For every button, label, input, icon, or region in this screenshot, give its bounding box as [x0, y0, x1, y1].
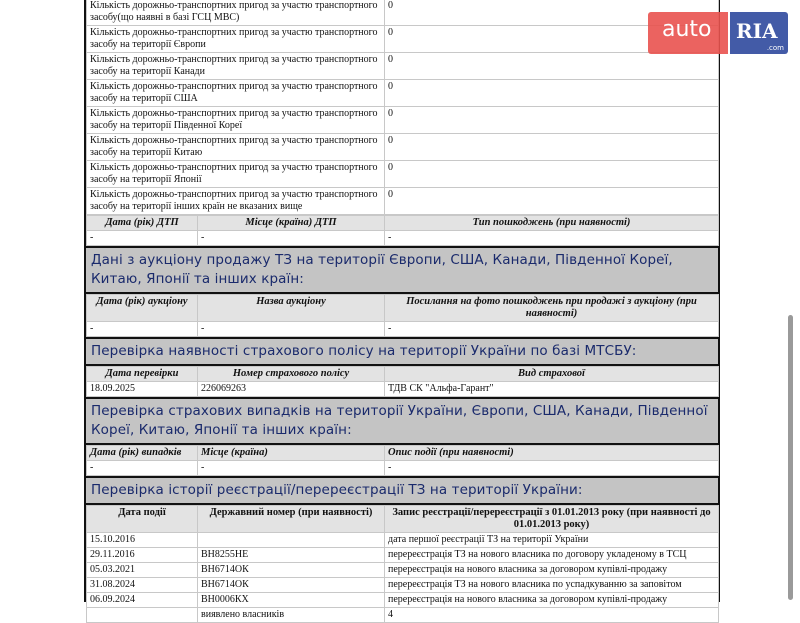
report-document: Кількість дорожньо-транспортних пригод з… — [84, 0, 720, 623]
owners-label: виявлено власників — [197, 607, 385, 623]
registration-row: 31.08.2024 ВН6714ОК перереєстрація ТЗ на н… — [86, 577, 719, 593]
registration-header-plate: Державний номер (при наявності) — [197, 505, 385, 533]
registration-header-date: Дата події — [86, 505, 198, 533]
accident-count-label: Кількість дорожньо-транспортних пригод з… — [86, 106, 385, 134]
accident-count-label: Кількість дорожньо-транспортних пригод з… — [86, 25, 385, 53]
auction-table: Дата (рік) аукціону Назва аукціону Посил… — [86, 294, 719, 337]
accident-count-value: 0 — [384, 52, 719, 80]
registration-cell: ВН8255НЕ — [197, 547, 385, 563]
registration-cell: ВН0006КХ — [197, 592, 385, 608]
insurance-header-type: Вид страхової — [384, 366, 719, 382]
claims-header-description: Опис події (при наявності) — [384, 445, 719, 461]
accident-count-label: Кількість дорожньо-транспортних пригод з… — [86, 52, 385, 80]
claims-header-date: Дата (рік) випадків — [86, 445, 198, 461]
insurance-cell: ТДВ СК "Альфа-Гарант" — [384, 381, 719, 397]
watermark-right-text: RIA — [736, 19, 778, 43]
registration-cell: 29.11.2016 — [86, 547, 198, 563]
registration-cell — [86, 607, 198, 623]
dtp-cell: - — [86, 230, 198, 246]
registration-section-title: Перевірка історії реєстрації/перереєстра… — [86, 476, 718, 505]
insurance-cell: 226069263 — [197, 381, 385, 397]
accident-count-label: Кількість дорожньо-транспортних пригод з… — [86, 187, 385, 215]
accident-count-row: Кількість дорожньо-транспортних пригод з… — [86, 133, 719, 161]
registration-cell: ВН6714ОК — [197, 577, 385, 593]
registration-cell: 06.09.2024 — [86, 592, 198, 608]
auction-header-photos: Посилання на фото пошкоджень при продажі… — [384, 294, 719, 322]
dtp-cell: - — [384, 230, 719, 246]
registration-cell: перереєстрація на нового власника за дог… — [384, 592, 719, 608]
accident-count-label: Кількість дорожньо-транспортних пригод з… — [86, 79, 385, 107]
dtp-cell: - — [197, 230, 385, 246]
auction-header-date: Дата (рік) аукціону — [86, 294, 198, 322]
registration-row: 29.11.2016 ВН8255НЕ перереєстрація ТЗ на н… — [86, 547, 719, 563]
accident-count-label: Кількість дорожньо-транспортних пригод з… — [86, 160, 385, 188]
accident-count-label: Кількість дорожньо-транспортних пригод з… — [86, 133, 385, 161]
dtp-header-damage: Тип пошкоджень (при наявності) — [384, 215, 719, 231]
claims-header-place: Місце (країна) — [197, 445, 385, 461]
insurance-table: Дата перевірки Номер страхового полісу В… — [86, 366, 719, 397]
insurance-cell: 18.09.2025 — [86, 381, 198, 397]
dtp-table: Дата (рік) ДТП Місце (країна) ДТП Тип по… — [86, 215, 719, 246]
claims-cell: - — [384, 460, 719, 476]
vertical-scrollbar[interactable] — [788, 315, 793, 600]
owners-count: 4 — [384, 607, 719, 623]
registration-cell: 31.08.2024 — [86, 577, 198, 593]
accident-count-value: 0 — [384, 106, 719, 134]
insurance-header-policy: Номер страхового полісу — [197, 366, 385, 382]
accident-count-row: Кількість дорожньо-транспортних пригод з… — [86, 106, 719, 134]
auction-header-name: Назва аукціону — [197, 294, 385, 322]
accident-count-row: Кількість дорожньо-транспортних пригод з… — [86, 0, 719, 26]
accident-count-label: Кількість дорожньо-транспортних пригод з… — [86, 0, 385, 26]
registration-table: Дата події Державний номер (при наявност… — [86, 505, 719, 623]
insurance-section-title: Перевірка наявності страхового полісу на… — [86, 337, 718, 366]
accident-count-row: Кількість дорожньо-транспортних пригод з… — [86, 160, 719, 188]
registration-cell: перереєстрація на нового власника за дог… — [384, 562, 719, 578]
registration-cell — [197, 532, 385, 548]
dtp-header-place: Місце (країна) ДТП — [197, 215, 385, 231]
dtp-header-date: Дата (рік) ДТП — [86, 215, 198, 231]
claims-section-title: Перевірка страхових випадків на територі… — [86, 397, 718, 445]
accident-count-value: 0 — [384, 160, 719, 188]
auction-cell: - — [86, 321, 198, 337]
registration-cell: дата першої реєстрації ТЗ на території У… — [384, 532, 719, 548]
claims-cell: - — [86, 460, 198, 476]
accident-counts-table: Кількість дорожньо-транспортних пригод з… — [86, 0, 719, 215]
auction-cell: - — [384, 321, 719, 337]
accident-count-value: 0 — [384, 187, 719, 215]
registration-row: 05.03.2021 ВН6714ОК перереєстрація на ново… — [86, 562, 719, 578]
registration-row: 06.09.2024 ВН0006КХ перереєстрація на ново… — [86, 592, 719, 608]
claims-table: Дата (рік) випадків Місце (країна) Опис … — [86, 445, 719, 476]
auction-cell: - — [197, 321, 385, 337]
accident-count-row: Кількість дорожньо-транспортних пригод з… — [86, 187, 719, 215]
watermark-left-text: auto — [662, 17, 712, 42]
registration-row: 15.10.2016 дата першої реєстрації ТЗ на т… — [86, 532, 719, 548]
accident-count-row: Кількість дорожньо-транспортних пригод з… — [86, 25, 719, 53]
insurance-header-date: Дата перевірки — [86, 366, 198, 382]
accident-count-row: Кількість дорожньо-транспортних пригод з… — [86, 52, 719, 80]
registration-cell: перереєстрація ТЗ на нового власника по … — [384, 547, 719, 563]
watermark-blue-block: RIA .com — [730, 12, 788, 54]
registration-cell: перереєстрація ТЗ на нового власника по … — [384, 577, 719, 593]
accident-count-row: Кількість дорожньо-транспортних пригод з… — [86, 79, 719, 107]
watermark-suffix: .com — [766, 44, 784, 52]
registration-cell: 05.03.2021 — [86, 562, 198, 578]
autoria-watermark-logo: auto RIA .com — [648, 12, 788, 54]
auction-section-title: Дані з аукціону продажу ТЗ на території … — [86, 246, 718, 294]
claims-cell: - — [197, 460, 385, 476]
registration-cell: 15.10.2016 — [86, 532, 198, 548]
accident-count-value: 0 — [384, 79, 719, 107]
registration-header-record: Запис реєстрації/перереєстрації з 01.01.… — [384, 505, 719, 533]
accident-count-value: 0 — [384, 133, 719, 161]
registration-cell: ВН6714ОК — [197, 562, 385, 578]
watermark-red-block: auto — [648, 12, 728, 54]
